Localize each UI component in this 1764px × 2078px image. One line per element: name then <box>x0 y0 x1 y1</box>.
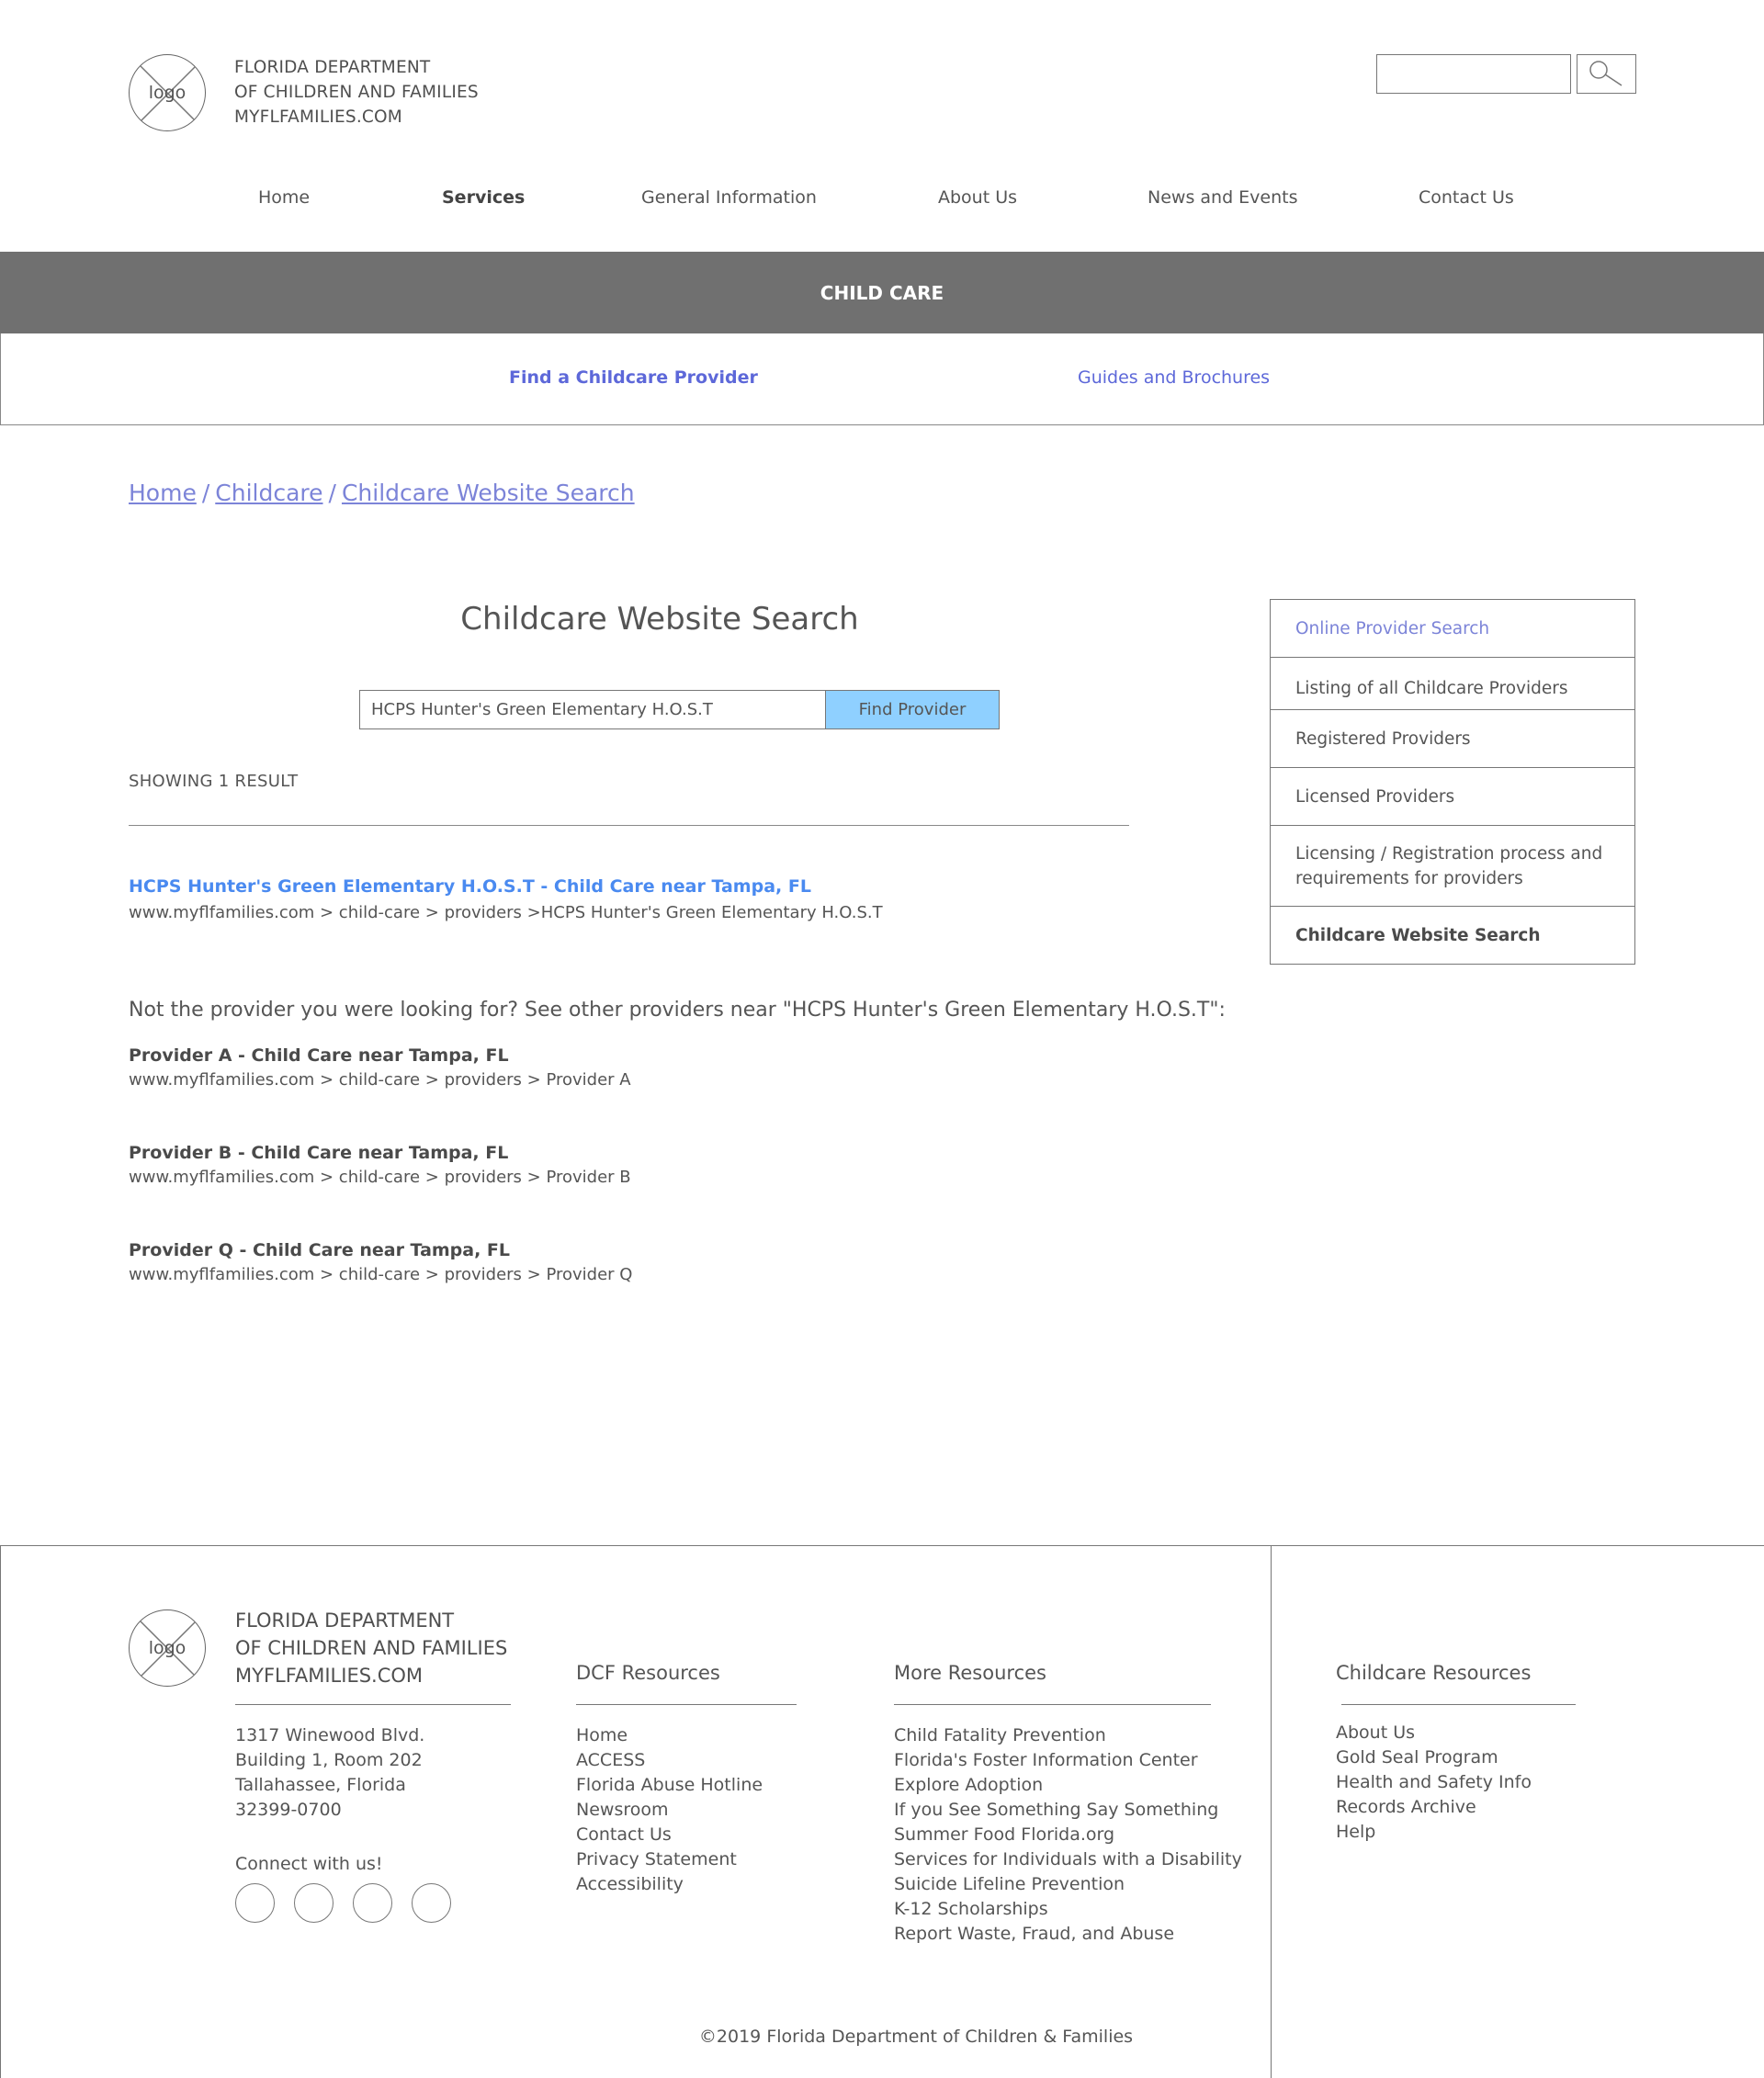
sidebar-item-listing-all-providers[interactable]: Listing of all Childcare Providers <box>1271 658 1634 710</box>
footer-link-home[interactable]: Home <box>576 1723 763 1748</box>
footer-logo[interactable]: logo <box>129 1609 206 1687</box>
breadcrumb-home[interactable]: Home <box>129 480 197 506</box>
social-icon[interactable] <box>294 1883 334 1923</box>
footer-link-foster-info[interactable]: Florida's Foster Information Center <box>894 1748 1242 1773</box>
address-line: Building 1, Room 202 <box>235 1750 423 1770</box>
nearby-provider-title[interactable]: Provider A - Child Care near Tampa, FL <box>129 1045 509 1066</box>
footer-link-accessibility[interactable]: Accessibility <box>576 1872 763 1897</box>
result-count: SHOWING 1 RESULT <box>129 772 299 791</box>
nearby-provider-title[interactable]: Provider B - Child Care near Tampa, FL <box>129 1143 508 1163</box>
org-line-3: MYFLFAMILIES.COM <box>234 107 402 127</box>
sidebar-item-online-provider-search[interactable]: Online Provider Search <box>1271 600 1634 658</box>
nearby-provider-url: www.myflfamilies.com > child-care > prov… <box>129 1168 631 1187</box>
logo[interactable]: logo <box>129 54 206 131</box>
footer-org-rule <box>235 1704 511 1705</box>
copyright: ©2019 Florida Department of Children & F… <box>698 2027 1134 2047</box>
footer-link-suicide-lifeline[interactable]: Suicide Lifeline Prevention <box>894 1872 1242 1897</box>
footer-link-adoption[interactable]: Explore Adoption <box>894 1773 1242 1798</box>
footer-link-contact-us[interactable]: Contact Us <box>576 1823 763 1847</box>
org-line-2: OF CHILDREN AND FAMILIES <box>234 83 479 102</box>
footer-link-child-fatality[interactable]: Child Fatality Prevention <box>894 1723 1242 1748</box>
footer-link-summer-food[interactable]: Summer Food Florida.org <box>894 1823 1242 1847</box>
org-line-1: FLORIDA DEPARTMENT <box>234 58 431 77</box>
breadcrumb-separator: / <box>328 480 336 506</box>
section-subnav <box>0 333 1764 425</box>
more-resources-rule <box>894 1704 1211 1705</box>
footer-link-access[interactable]: ACCESS <box>576 1748 763 1773</box>
footer-link-help[interactable]: Help <box>1336 1820 1532 1845</box>
dcf-resources-rule <box>576 1704 797 1705</box>
footer-org-name: FLORIDA DEPARTMENT OF CHILDREN AND FAMIL… <box>235 1607 507 1689</box>
footer-divider <box>1271 1545 1272 2078</box>
org-name: FLORIDA DEPARTMENT OF CHILDREN AND FAMIL… <box>234 55 479 130</box>
footer-org-line-1: FLORIDA DEPARTMENT <box>235 1609 455 1632</box>
nav-services[interactable]: Services <box>442 187 525 208</box>
find-provider-button[interactable]: Find Provider <box>825 690 1000 729</box>
not-found-note: Not the provider you were looking for? S… <box>129 999 1226 1022</box>
footer-link-privacy[interactable]: Privacy Statement <box>576 1847 763 1872</box>
footer-link-records-archive[interactable]: Records Archive <box>1336 1795 1532 1820</box>
breadcrumb-childcare[interactable]: Childcare <box>215 480 322 506</box>
nearby-provider-url: www.myflfamilies.com > child-care > prov… <box>129 1265 633 1284</box>
social-icon[interactable] <box>353 1883 392 1923</box>
footer-link-see-something[interactable]: If you See Something Say Something <box>894 1798 1242 1823</box>
breadcrumb-separator: / <box>201 480 210 506</box>
more-resources-list: Child Fatality Prevention Florida's Fost… <box>894 1723 1242 1947</box>
subnav-guides-brochures[interactable]: Guides and Brochures <box>1078 367 1270 388</box>
result-url: www.myflfamilies.com > child-care > prov… <box>129 903 883 922</box>
logo-label: logo <box>148 83 187 103</box>
results-divider <box>129 825 1129 826</box>
address-line: 32399-0700 <box>235 1800 342 1820</box>
magnifier-icon <box>1589 61 1623 86</box>
footer-link-newsroom[interactable]: Newsroom <box>576 1798 763 1823</box>
social-icon[interactable] <box>412 1883 451 1923</box>
childcare-resources-heading: Childcare Resources <box>1336 1662 1532 1684</box>
footer-logo-label: logo <box>148 1638 187 1658</box>
nav-general-information[interactable]: General Information <box>641 187 817 208</box>
dcf-resources-list: Home ACCESS Florida Abuse Hotline Newsro… <box>576 1723 763 1897</box>
footer-org-line-2: OF CHILDREN AND FAMILIES <box>235 1637 508 1659</box>
sidebar-item-registered-providers[interactable]: Registered Providers <box>1271 710 1634 768</box>
nav-news-and-events[interactable]: News and Events <box>1148 187 1298 208</box>
section-banner: CHILD CARE <box>0 252 1764 333</box>
section-title: CHILD CARE <box>820 281 944 304</box>
footer-link-disability-services[interactable]: Services for Individuals with a Disabili… <box>894 1847 1242 1872</box>
subnav-find-provider[interactable]: Find a Childcare Provider <box>509 367 758 388</box>
nav-contact-us[interactable]: Contact Us <box>1419 187 1514 208</box>
dcf-resources-heading: DCF Resources <box>576 1662 720 1684</box>
footer-link-k12-scholarships[interactable]: K-12 Scholarships <box>894 1897 1242 1922</box>
site-search-input[interactable] <box>1376 54 1571 94</box>
footer-link-about-us[interactable]: About Us <box>1336 1721 1532 1745</box>
site-search-button[interactable] <box>1577 54 1636 94</box>
footer-link-health-safety[interactable]: Health and Safety Info <box>1336 1770 1532 1795</box>
sidebar-item-licensed-providers[interactable]: Licensed Providers <box>1271 768 1634 826</box>
more-resources-heading: More Resources <box>894 1662 1046 1684</box>
address-line: 1317 Winewood Blvd. <box>235 1725 425 1745</box>
footer-link-gold-seal[interactable]: Gold Seal Program <box>1336 1745 1532 1770</box>
childcare-resources-rule <box>1341 1704 1576 1705</box>
childcare-resources-list: About Us Gold Seal Program Health and Sa… <box>1336 1721 1532 1845</box>
breadcrumb-current[interactable]: Childcare Website Search <box>342 480 635 506</box>
nav-home[interactable]: Home <box>258 187 310 208</box>
breadcrumb: Home / Childcare / Childcare Website Search <box>129 480 635 506</box>
provider-search-input[interactable]: HCPS Hunter's Green Elementary H.O.S.T <box>359 690 826 729</box>
footer-org-line-3: MYFLFAMILIES.COM <box>235 1665 424 1687</box>
sidebar-menu: Online Provider Search Listing of all Ch… <box>1270 599 1635 965</box>
sidebar-item-childcare-website-search[interactable]: Childcare Website Search <box>1271 907 1634 964</box>
address-line: Tallahassee, Florida <box>235 1775 406 1795</box>
nearby-provider-title[interactable]: Provider Q - Child Care near Tampa, FL <box>129 1240 510 1260</box>
nearby-provider-url: www.myflfamilies.com > child-care > prov… <box>129 1070 631 1090</box>
footer-link-report-waste[interactable]: Report Waste, Fraud, and Abuse <box>894 1922 1242 1947</box>
page-title: Childcare Website Search <box>460 601 859 638</box>
result-title-link[interactable]: HCPS Hunter's Green Elementary H.O.S.T -… <box>129 876 811 897</box>
connect-label: Connect with us! <box>235 1854 383 1874</box>
footer-address: 1317 Winewood Blvd. Building 1, Room 202… <box>235 1723 424 1823</box>
sidebar-item-licensing-registration[interactable]: Licensing / Registration process and req… <box>1271 826 1634 907</box>
footer-link-abuse-hotline[interactable]: Florida Abuse Hotline <box>576 1773 763 1798</box>
nav-about-us[interactable]: About Us <box>938 187 1017 208</box>
social-icon[interactable] <box>235 1883 275 1923</box>
